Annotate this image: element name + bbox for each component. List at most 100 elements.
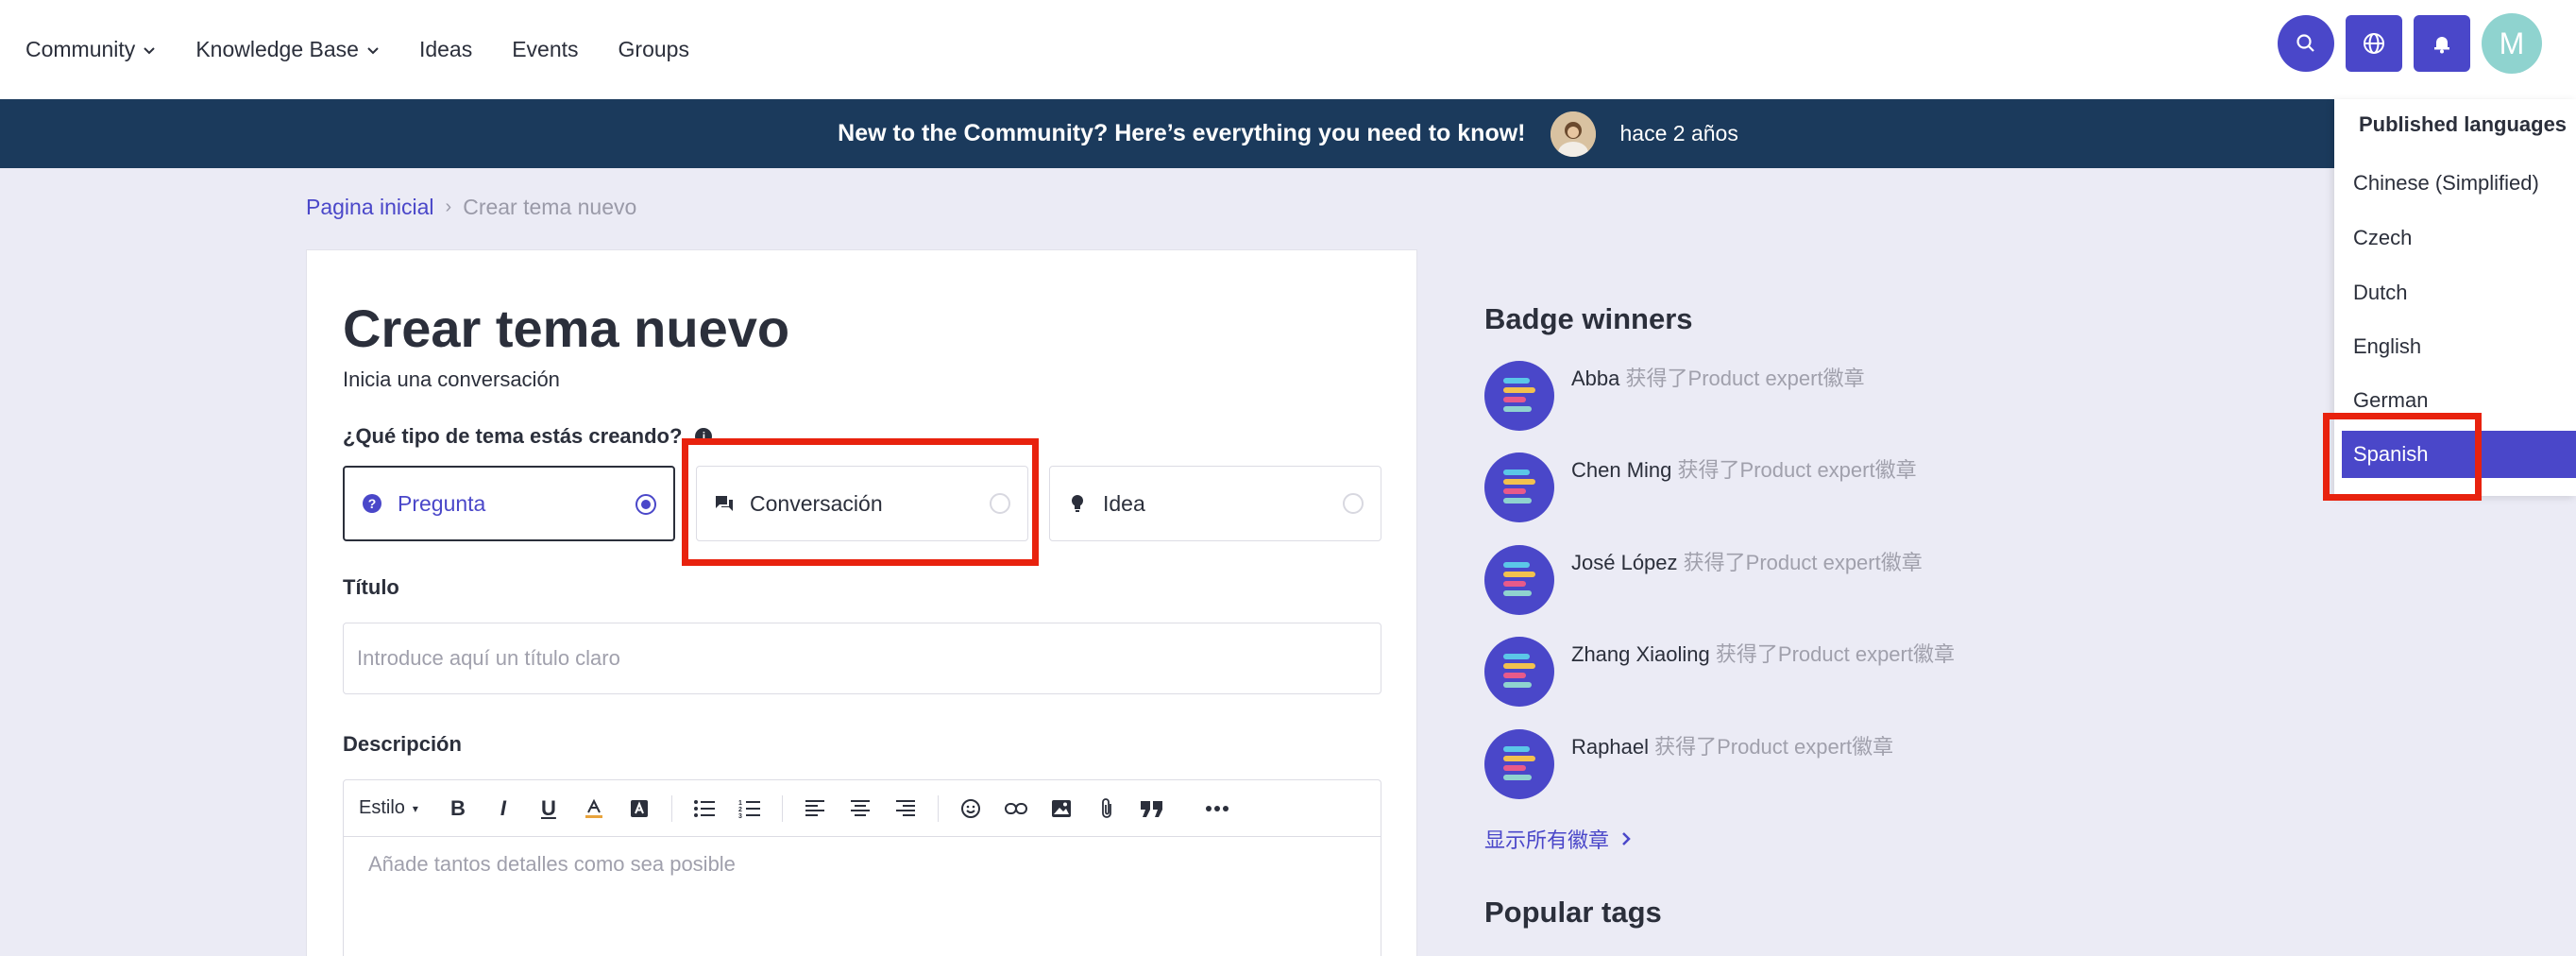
badge-winner-text: Abba 获得了Product expert徽章 xyxy=(1571,361,1865,394)
quote-icon[interactable] xyxy=(1139,795,1165,822)
announcement-banner[interactable]: New to the Community? Here’s everything … xyxy=(0,99,2576,168)
breadcrumb-current: Crear tema nuevo xyxy=(463,195,637,219)
nav-item-label: Knowledge Base xyxy=(195,37,359,61)
show-all-badges-label: 显示所有徽章 xyxy=(1484,828,1610,852)
badge-winners-title: Badge winners xyxy=(1484,302,1693,335)
italic-icon[interactable]: I xyxy=(490,795,517,822)
topic-type-label-idea: Idea xyxy=(1103,490,1145,516)
title-input[interactable] xyxy=(343,623,1381,694)
badge-icon xyxy=(1484,545,1554,615)
nav-item-label: Community xyxy=(25,37,136,61)
topic-type-pregunta[interactable]: ? Pregunta xyxy=(343,466,675,541)
badge-achievement: 获得了Product expert徽章 xyxy=(1715,642,1955,666)
badge-winner-name[interactable]: Abba xyxy=(1571,367,1619,390)
author-avatar xyxy=(1550,111,1596,157)
underline-icon[interactable]: U xyxy=(535,795,562,822)
svg-text:3: 3 xyxy=(738,813,742,819)
search-icon xyxy=(2296,34,2314,52)
toolbar-divider xyxy=(781,794,783,822)
svg-text:1: 1 xyxy=(738,800,742,807)
badge-icon xyxy=(1484,729,1554,799)
badge-winner-name[interactable]: Chen Ming xyxy=(1571,458,1671,482)
show-all-badges-link[interactable]: 显示所有徽章 xyxy=(1484,824,1632,854)
style-dropdown-label: Estilo xyxy=(359,797,405,818)
notifications-button[interactable] xyxy=(2414,15,2470,72)
breadcrumb: Pagina inicial › Crear tema nuevo xyxy=(306,195,636,220)
banner-timestamp: hace 2 años xyxy=(1619,121,1738,145)
chevron-right-icon xyxy=(1622,832,1631,845)
image-icon[interactable] xyxy=(1048,795,1075,822)
bell-icon xyxy=(2434,37,2449,54)
badge-winner-text: Zhang Xiaoling 获得了Product expert徽章 xyxy=(1571,637,1968,670)
badge-winner-name[interactable]: Raphael xyxy=(1571,735,1649,759)
chevron-down-icon xyxy=(367,46,379,54)
topic-type-question: ¿Qué tipo de tema estás creando? xyxy=(343,424,683,448)
badge-winner-text: José López 获得了Product expert徽章 xyxy=(1571,545,1923,578)
badge-winner-row[interactable]: Zhang Xiaoling 获得了Product expert徽章 xyxy=(1484,637,1975,707)
svg-text:2: 2 xyxy=(738,807,742,813)
align-right-icon[interactable] xyxy=(892,795,919,822)
svg-text:?: ? xyxy=(368,496,377,511)
page-subtitle: Inicia una conversación xyxy=(343,367,560,391)
language-option-dutch[interactable]: Dutch xyxy=(2334,269,2576,316)
bullet-list-icon[interactable] xyxy=(691,795,718,822)
highlight-icon[interactable] xyxy=(626,795,652,822)
language-option-chinese-simplified[interactable]: Chinese (Simplified) xyxy=(2334,160,2576,207)
lightbulb-icon xyxy=(1067,493,1088,514)
text-color-icon[interactable] xyxy=(581,795,607,822)
highlight-box-spanish xyxy=(2323,413,2482,501)
nav-item-groups[interactable]: Groups xyxy=(619,37,689,62)
badge-winner-name[interactable]: José López xyxy=(1571,551,1678,574)
badge-winner-row[interactable]: Chen Ming 获得了Product expert徽章 xyxy=(1484,452,1975,522)
numbered-list-icon[interactable]: 123 xyxy=(737,795,763,822)
search-button[interactable] xyxy=(2278,15,2334,72)
breadcrumb-separator: › xyxy=(445,196,452,217)
globe-icon xyxy=(2364,33,2384,54)
highlight-box-conversacion xyxy=(682,438,1039,566)
nav-item-ideas[interactable]: Ideas xyxy=(419,37,472,62)
nav-item-label: Events xyxy=(512,37,579,61)
description-label: Descripción xyxy=(343,732,462,756)
badge-winner-row[interactable]: José López 获得了Product expert徽章 xyxy=(1484,545,1975,615)
badge-winner-row[interactable]: Raphael 获得了Product expert徽章 xyxy=(1484,729,1975,799)
radio-idea[interactable] xyxy=(1343,493,1364,514)
badge-winner-row[interactable]: Abba 获得了Product expert徽章 xyxy=(1484,361,1975,431)
nav-item-events[interactable]: Events xyxy=(512,37,578,62)
breadcrumb-home-link[interactable]: Pagina inicial xyxy=(306,195,434,220)
align-center-icon[interactable] xyxy=(847,795,873,822)
link-icon[interactable] xyxy=(1003,795,1029,822)
badge-icon xyxy=(1484,361,1554,431)
badge-achievement: 获得了Product expert徽章 xyxy=(1683,551,1923,574)
bold-icon[interactable]: B xyxy=(445,795,471,822)
emoji-icon[interactable] xyxy=(958,795,984,822)
badge-achievement: 获得了Product expert徽章 xyxy=(1654,735,1894,759)
language-option-czech[interactable]: Czech xyxy=(2334,214,2576,262)
style-dropdown[interactable]: Estilo ▾ xyxy=(359,797,418,819)
create-topic-card: Crear tema nuevo Inicia una conversación… xyxy=(306,249,1417,956)
badge-achievement: 获得了Product expert徽章 xyxy=(1625,367,1865,390)
radio-pregunta[interactable] xyxy=(636,494,656,515)
banner-text[interactable]: New to the Community? Here’s everything … xyxy=(838,120,1525,147)
language-button[interactable] xyxy=(2346,15,2402,72)
chevron-down-icon xyxy=(144,46,156,54)
more-options-icon[interactable] xyxy=(1204,795,1230,822)
page-title: Crear tema nuevo xyxy=(343,299,790,358)
nav-item-label: Groups xyxy=(618,37,689,61)
editor-placeholder[interactable]: Añade tantos detalles como sea posible xyxy=(344,837,1381,892)
popular-tags-title: Popular tags xyxy=(1484,896,1662,929)
language-option-english[interactable]: English xyxy=(2334,323,2576,370)
user-avatar[interactable]: M xyxy=(2482,13,2542,74)
top-navigation: Community Knowledge Base Ideas Events Gr… xyxy=(0,0,2576,99)
topic-type-idea[interactable]: Idea xyxy=(1049,466,1381,541)
attachment-icon[interactable] xyxy=(1093,795,1120,822)
badge-winner-name[interactable]: Zhang Xiaoling xyxy=(1571,642,1710,666)
nav-menu: Community Knowledge Base Ideas Events Gr… xyxy=(25,37,729,62)
nav-item-knowledge-base[interactable]: Knowledge Base xyxy=(195,37,380,62)
description-editor: Estilo ▾ B I U 123 Añade tantos detalles… xyxy=(343,779,1381,956)
badge-icon xyxy=(1484,637,1554,707)
title-label: Título xyxy=(343,575,399,599)
align-left-icon[interactable] xyxy=(802,795,828,822)
nav-item-community[interactable]: Community xyxy=(25,37,156,62)
editor-toolbar: Estilo ▾ B I U 123 xyxy=(344,780,1381,837)
